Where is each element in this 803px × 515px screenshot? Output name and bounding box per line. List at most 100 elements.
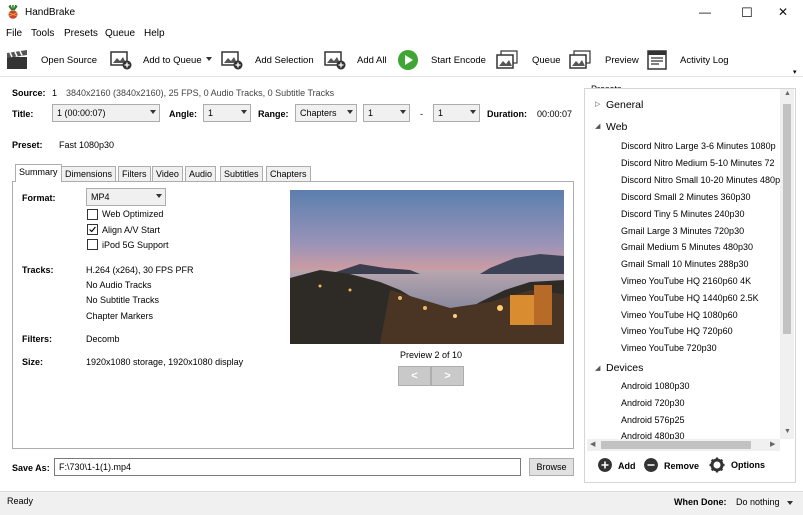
preset-add-button[interactable]: Add: [618, 461, 636, 471]
browse-button[interactable]: Browse: [529, 458, 574, 476]
tab-dimensions[interactable]: Dimensions: [61, 166, 117, 181]
preset-group-devices[interactable]: Devices: [606, 362, 643, 374]
close-button[interactable]: ✕: [762, 0, 803, 25]
preset-group-web[interactable]: Web: [606, 121, 627, 133]
angle-label: Angle:: [169, 109, 197, 119]
preset-options-button[interactable]: Options: [731, 460, 765, 470]
scrollbar-thumb[interactable]: [601, 441, 751, 449]
menu-file[interactable]: File: [6, 28, 22, 39]
queue-icon[interactable]: [496, 50, 518, 70]
angle-select[interactable]: 1: [203, 104, 251, 122]
when-done-select[interactable]: Do nothing: [736, 497, 780, 507]
preset-item[interactable]: Discord Tiny 5 Minutes 240p30: [621, 209, 745, 219]
add-selection-button[interactable]: Add Selection: [255, 55, 314, 66]
tab-video[interactable]: Video: [152, 166, 183, 181]
menu-tools[interactable]: Tools: [31, 28, 54, 39]
ipod-checkbox[interactable]: [87, 239, 98, 250]
preset-item[interactable]: Discord Nitro Large 3-6 Minutes 1080p: [621, 141, 776, 151]
source-info: 3840x2160 (3840x2160), 25 FPS, 0 Audio T…: [66, 88, 335, 98]
open-source-button[interactable]: Open Source: [41, 55, 97, 66]
scroll-left-icon[interactable]: ◀: [590, 440, 595, 448]
track-item: No Subtitle Tracks: [86, 295, 160, 305]
tab-subtitles[interactable]: Subtitles: [220, 166, 263, 181]
scroll-up-icon[interactable]: ▲: [784, 90, 791, 97]
ipod-label: iPod 5G Support: [102, 240, 169, 250]
tree-expanded-icon[interactable]: ◢: [595, 364, 600, 372]
title-bar: HandBrake — ☐ ✕: [0, 0, 803, 25]
preview-icon[interactable]: [569, 50, 591, 70]
preset-group-general[interactable]: General: [606, 99, 643, 111]
tab-audio[interactable]: Audio: [185, 166, 217, 181]
preset-item[interactable]: Discord Nitro Medium 5-10 Minutes 72: [621, 158, 775, 168]
checkmark-icon: [89, 226, 96, 233]
preset-item[interactable]: Gmail Small 10 Minutes 288p30: [621, 259, 749, 269]
preset-item[interactable]: Vimeo YouTube HQ 1440p60 2.5K: [621, 293, 759, 303]
save-as-input[interactable]: F:\730\1-1(1).mp4: [54, 458, 521, 476]
web-optimized-checkbox[interactable]: [87, 209, 98, 220]
activity-log-button[interactable]: Activity Log: [680, 55, 729, 66]
preset-item[interactable]: Vimeo YouTube HQ 1080p60: [621, 310, 738, 320]
preview-next-button[interactable]: >: [431, 366, 464, 386]
presets-hscrollbar[interactable]: [587, 439, 780, 451]
range-type-select[interactable]: Chapters: [295, 104, 357, 122]
preset-remove-button[interactable]: Remove: [664, 461, 699, 471]
range-start-select[interactable]: 1: [363, 104, 410, 122]
scroll-down-icon[interactable]: ▼: [784, 428, 791, 435]
menu-presets[interactable]: Presets: [64, 28, 98, 39]
title-label: Title:: [12, 109, 34, 119]
tab-summary[interactable]: Summary: [15, 164, 62, 182]
tab-filters[interactable]: Filters: [118, 166, 151, 181]
add-selection-icon[interactable]: [221, 50, 243, 70]
size-label: Size:: [22, 357, 44, 367]
tree-collapsed-icon[interactable]: ▷: [595, 100, 600, 108]
chevron-down-icon[interactable]: [206, 57, 212, 61]
align-av-checkbox[interactable]: [87, 224, 98, 235]
tree-expanded-icon[interactable]: ◢: [595, 122, 600, 130]
add-all-button[interactable]: Add All: [357, 55, 387, 66]
minimize-button[interactable]: —: [684, 0, 726, 25]
toolbar-overflow-icon[interactable]: ▾: [793, 68, 797, 76]
preset-item[interactable]: Gmail Large 3 Minutes 720p30: [621, 226, 744, 236]
duration-value: 00:00:07: [537, 109, 573, 119]
preset-item[interactable]: Discord Nitro Small 10-20 Minutes 480p: [621, 175, 780, 185]
preset-item[interactable]: Vimeo YouTube HQ 720p60: [621, 326, 733, 336]
add-circle-icon[interactable]: [598, 458, 612, 472]
start-encode-button[interactable]: Start Encode: [431, 55, 486, 66]
scroll-right-icon[interactable]: ▶: [770, 440, 775, 448]
remove-circle-icon[interactable]: [644, 458, 658, 472]
status-text: Ready: [7, 496, 34, 506]
preset-item[interactable]: Android 576p25: [621, 415, 685, 425]
chevron-down-icon: [156, 194, 162, 198]
preset-item[interactable]: Vimeo YouTube HQ 2160p60 4K: [621, 276, 751, 286]
tab-chapters[interactable]: Chapters: [266, 166, 311, 181]
preset-item[interactable]: Android 1080p30: [621, 381, 690, 391]
track-item: Chapter Markers: [86, 311, 154, 321]
preset-item[interactable]: Gmail Medium 5 Minutes 480p30: [621, 242, 753, 252]
preview-image: [290, 190, 564, 344]
range-end-select[interactable]: 1: [433, 104, 480, 122]
preset-item[interactable]: Vimeo YouTube 720p30: [621, 343, 717, 353]
gear-icon[interactable]: [709, 457, 725, 473]
format-select[interactable]: MP4: [86, 188, 166, 206]
scrollbar-thumb[interactable]: [783, 104, 791, 334]
add-to-queue-button[interactable]: Add to Queue: [143, 55, 202, 66]
title-select[interactable]: 1 (00:00:07): [52, 104, 160, 122]
menu-help[interactable]: Help: [144, 28, 165, 39]
queue-button[interactable]: Queue: [532, 55, 561, 66]
source-label: Source:: [12, 88, 46, 98]
chevron-down-icon: [400, 110, 406, 114]
chevron-down-icon: [347, 110, 353, 114]
play-icon[interactable]: [397, 49, 419, 71]
preview-prev-button[interactable]: <: [398, 366, 431, 386]
clapperboard-icon[interactable]: [6, 50, 28, 70]
preset-item[interactable]: Android 720p30: [621, 398, 685, 408]
preset-item[interactable]: Discord Small 2 Minutes 360p30: [621, 192, 751, 202]
add-to-queue-icon[interactable]: [110, 50, 132, 70]
preset-value: Fast 1080p30: [59, 140, 115, 150]
chevron-down-icon[interactable]: [787, 501, 793, 505]
presets-vscrollbar[interactable]: [780, 89, 794, 439]
activity-log-icon[interactable]: [647, 50, 669, 70]
preview-button[interactable]: Preview: [605, 55, 639, 66]
add-all-icon[interactable]: [324, 50, 346, 70]
menu-queue[interactable]: Queue: [105, 28, 135, 39]
